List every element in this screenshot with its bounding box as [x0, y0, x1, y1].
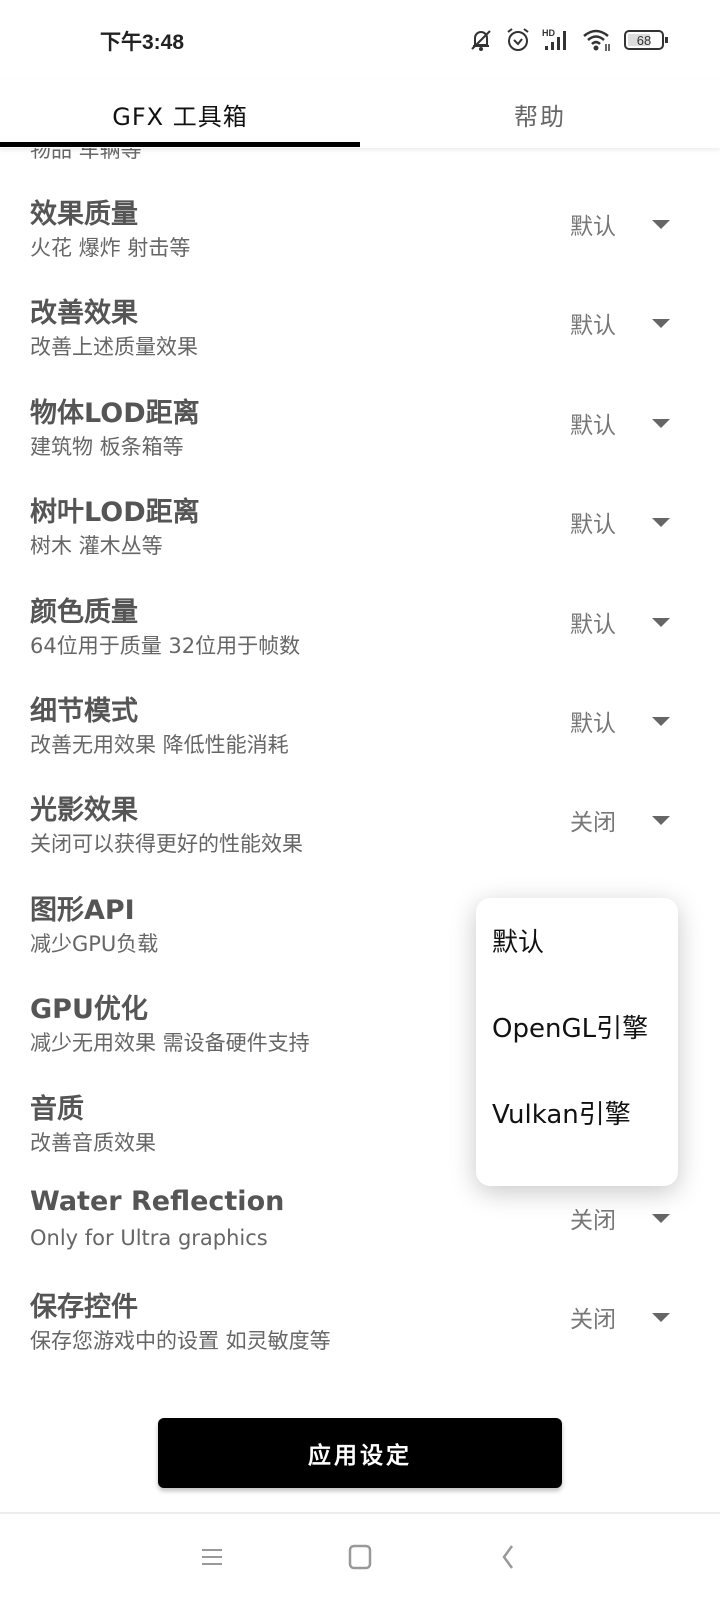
setting-title: 改善效果 — [30, 298, 138, 330]
setting-row: 颜色质量 64位用于质量 32位用于帧数 默认 — [0, 590, 720, 689]
setting-row: 改善效果改善上述质量效果 默认 — [0, 291, 720, 390]
setting-dropdown[interactable]: 默认 — [570, 600, 690, 644]
setting-subtitle: 建筑物 板条箱等 — [30, 434, 184, 459]
partial-row-subtitle: 物品 车辆等 — [30, 148, 142, 162]
setting-row: 光影效果关闭可以获得更好的性能效果 关闭 — [0, 788, 720, 887]
setting-subtitle: 减少GPU负载 — [30, 931, 159, 956]
setting-subtitle: 减少无用效果 需设备硬件支持 — [30, 1031, 310, 1056]
menu-button[interactable] — [182, 1534, 242, 1584]
setting-dropdown[interactable]: 默认 — [570, 500, 690, 544]
setting-dropdown[interactable]: 关闭 — [570, 1196, 690, 1240]
dropdown-option-opengl[interactable]: OpenGL引擎 — [492, 996, 672, 1056]
setting-title: 效果质量 — [30, 199, 138, 230]
caret-down-icon — [652, 220, 670, 229]
setting-title: 保存控件 — [30, 1292, 138, 1324]
status-bar: 下午3:48 HD 68 — [0, 0, 720, 80]
setting-row: 树叶LOD距离树木 灌木丛等 默认 — [0, 490, 720, 589]
tab-gfx-toolbox-label: GFX 工具箱 — [112, 102, 248, 131]
setting-title: 图形API — [30, 894, 135, 926]
caret-down-icon — [652, 1214, 670, 1223]
caret-down-icon — [652, 319, 670, 329]
signal-hd-label: HD — [542, 28, 555, 38]
setting-value: 默认 — [570, 412, 616, 439]
alarm-icon — [506, 27, 530, 53]
setting-title: 细节模式 — [30, 696, 138, 727]
battery-icon: 68 — [624, 27, 670, 53]
tab-help-label: 帮助 — [514, 102, 566, 131]
setting-subtitle: 关闭可以获得更好的性能效果 — [30, 832, 303, 857]
home-button[interactable] — [330, 1534, 390, 1584]
setting-value: 关闭 — [570, 1208, 616, 1234]
setting-title: 颜色质量 — [30, 596, 138, 628]
setting-row: 保存控件保存您游戏中的设置 如灵敏度等 关闭 — [0, 1285, 720, 1384]
tab-active-indicator — [0, 142, 360, 147]
setting-title: 树叶LOD距离 — [30, 497, 200, 529]
caret-down-icon — [652, 816, 670, 826]
setting-dropdown[interactable]: 默认 — [570, 202, 690, 246]
caret-down-icon — [652, 418, 670, 428]
wifi-icon — [582, 27, 612, 53]
setting-subtitle: 改善无用效果 降低性能消耗 — [30, 733, 289, 757]
hd-signal-icon: HD — [542, 27, 570, 53]
setting-value: 关闭 — [570, 810, 616, 837]
mute-bell-icon — [468, 27, 494, 53]
menu-icon — [200, 1545, 224, 1573]
setting-row: Water Reflection Only for Ultra graphics 关… — [0, 1186, 720, 1285]
setting-dropdown[interactable]: 默认 — [570, 699, 690, 743]
setting-row: 效果质量火花 爆炸 射击等 默认 — [0, 192, 720, 291]
back-icon — [498, 1544, 518, 1574]
setting-dropdown[interactable]: 默认 — [570, 401, 690, 445]
setting-dropdown[interactable]: 关闭 — [570, 798, 690, 842]
caret-down-icon — [652, 1313, 670, 1323]
setting-subtitle: 64位用于质量 32位用于帧数 — [30, 633, 301, 658]
setting-title: 物体LOD距离 — [30, 397, 200, 429]
navigation-bar — [0, 1514, 720, 1600]
tab-bar: GFX 工具箱 帮助 — [0, 80, 720, 148]
setting-title: 音质 — [30, 1093, 84, 1125]
setting-subtitle: 改善音质效果 — [30, 1130, 156, 1155]
caret-down-icon — [652, 617, 670, 627]
tab-help[interactable]: 帮助 — [360, 80, 720, 148]
setting-value: 默认 — [570, 313, 616, 340]
status-time: 下午3:48 — [100, 31, 185, 54]
setting-title: Water Reflection — [30, 1186, 285, 1217]
setting-subtitle: Only for Ultra graphics — [30, 1226, 268, 1250]
settings-list[interactable]: 物品 车辆等 效果质量 火花 爆炸 射击等 默认 改善效果 改善上述质量效果 默认 物体LO… — [0, 148, 720, 1398]
dropdown-option-default[interactable]: 默认 — [492, 910, 672, 970]
status-icons: HD 68 — [468, 26, 670, 54]
dropdown-option-vulkan[interactable]: Vulkan引擎 — [492, 1082, 672, 1142]
tab-gfx-toolbox[interactable]: GFX 工具箱 — [0, 80, 360, 148]
setting-value: 默认 — [570, 711, 616, 737]
setting-subtitle: 树木 灌木丛等 — [30, 534, 163, 559]
graphics-api-dropdown-menu: 默认 OpenGL引擎 Vulkan引擎 — [476, 898, 678, 1186]
setting-row: 物体LOD距离建筑物 板条箱等 默认 — [0, 391, 720, 490]
setting-value: 默认 — [570, 611, 616, 638]
setting-dropdown[interactable]: 默认 — [570, 301, 690, 345]
setting-subtitle: 改善上述质量效果 — [30, 335, 198, 360]
battery-level: 68 — [637, 33, 651, 48]
setting-value: 关闭 — [570, 1307, 616, 1334]
setting-row: 细节模式改善无用效果 降低性能消耗 默认 — [0, 689, 720, 788]
apply-settings-button[interactable]: 应用设定 — [158, 1418, 562, 1488]
setting-title: GPU优化 — [30, 994, 148, 1026]
setting-subtitle: 保存您游戏中的设置 如灵敏度等 — [30, 1329, 331, 1354]
back-button[interactable] — [478, 1534, 538, 1584]
setting-value: 默认 — [570, 512, 616, 539]
setting-value: 默认 — [570, 214, 616, 240]
caret-down-icon — [652, 717, 670, 726]
setting-title: 光影效果 — [30, 795, 138, 827]
caret-down-icon — [652, 518, 670, 528]
setting-subtitle: 火花 爆炸 射击等 — [30, 236, 191, 260]
setting-dropdown[interactable]: 关闭 — [570, 1295, 690, 1339]
home-icon — [348, 1544, 372, 1574]
